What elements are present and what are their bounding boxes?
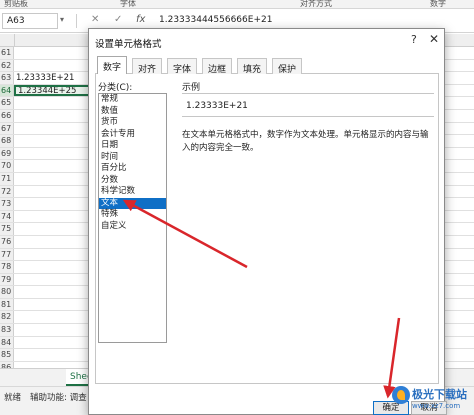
cell[interactable]	[14, 135, 96, 147]
category-item[interactable]: 货币	[99, 117, 166, 129]
cell[interactable]	[14, 336, 96, 349]
cell[interactable]	[14, 324, 96, 336]
category-list[interactable]: 常规 数值 货币 会计专用 日期 时间 百分比 分数 科学记数 文本 特殊 自定义	[98, 93, 167, 343]
row-header[interactable]: 75	[0, 223, 14, 235]
column-header-selected[interactable]	[14, 34, 96, 47]
cell[interactable]	[14, 261, 96, 273]
row-header[interactable]: 64	[0, 84, 14, 97]
category-item[interactable]: 科学记数	[99, 186, 166, 198]
cell[interactable]	[14, 235, 96, 248]
row-header[interactable]: 73	[0, 198, 14, 210]
cell[interactable]: 1.23333E+21	[14, 72, 96, 84]
site-watermark: 极光下载站 www.xz7.com	[392, 385, 474, 415]
row-header[interactable]: 72	[0, 185, 14, 198]
confirm-entry-icon[interactable]: ✓	[114, 14, 122, 25]
tab-fill[interactable]: 填充	[237, 58, 268, 75]
row-header[interactable]: 71	[0, 172, 14, 185]
cell[interactable]	[14, 286, 96, 298]
ribbon-label-clipboard: 剪贴板	[4, 0, 28, 8]
tab-protection[interactable]: 保护	[272, 58, 303, 75]
row-header[interactable]: 82	[0, 311, 14, 324]
cell[interactable]	[14, 185, 96, 198]
row-header[interactable]: 61	[0, 47, 14, 59]
cell[interactable]	[14, 349, 96, 361]
tab-font[interactable]: 字体	[167, 58, 198, 75]
row-header[interactable]: 84	[0, 336, 14, 349]
category-item[interactable]: 日期	[99, 140, 166, 152]
cell[interactable]	[14, 248, 96, 261]
row-header[interactable]: 80	[0, 286, 14, 298]
watermark-name: 极光下载站	[412, 388, 467, 401]
row-header[interactable]: 65	[0, 97, 14, 109]
row-header[interactable]: 67	[0, 122, 14, 135]
cell[interactable]	[14, 109, 96, 122]
category-item[interactable]: 数值	[99, 106, 166, 118]
row-header[interactable]: 63	[0, 72, 14, 84]
cell[interactable]	[14, 172, 96, 185]
sample-value: 1.23333E+21	[182, 93, 434, 117]
cell[interactable]	[14, 273, 96, 286]
number-tab-panel: 分类(C): 常规 数值 货币 会计专用 日期 时间 百分比 分数 科学记数 文本 特殊 自定义 示例…	[95, 74, 439, 384]
category-item[interactable]: 分数	[99, 175, 166, 187]
category-item[interactable]: 文本	[99, 197, 166, 209]
name-box-dropdown-icon[interactable]: ▾	[60, 15, 64, 24]
tab-number[interactable]: 数字	[97, 56, 128, 75]
row-header[interactable]: 62	[0, 59, 14, 72]
insert-function-icon[interactable]: fx	[136, 14, 145, 25]
status-ready: 就绪	[4, 393, 22, 403]
dialog-tabs: 数字 对齐 字体 边框 填充 保护	[95, 56, 439, 75]
site-logo-icon	[392, 386, 410, 404]
cell[interactable]	[14, 198, 96, 210]
category-label: 分类(C):	[98, 83, 133, 93]
row-header[interactable]: 68	[0, 135, 14, 147]
category-item[interactable]: 自定义	[99, 221, 166, 233]
tab-alignment[interactable]: 对齐	[132, 58, 163, 75]
ribbon-label-number: 数字	[430, 0, 446, 8]
row-header[interactable]: 74	[0, 210, 14, 223]
row-header[interactable]: 83	[0, 324, 14, 336]
row-header[interactable]: 81	[0, 298, 14, 311]
cell[interactable]	[14, 122, 96, 135]
cell[interactable]	[14, 59, 96, 72]
cell[interactable]	[14, 311, 96, 324]
row-header[interactable]: 66	[0, 109, 14, 122]
category-item[interactable]: 特殊	[99, 209, 166, 221]
name-box[interactable]: A63	[2, 13, 58, 29]
category-item[interactable]: 百分比	[99, 163, 166, 175]
tab-border[interactable]: 边框	[202, 58, 233, 75]
cell[interactable]	[14, 298, 96, 311]
ribbon-label-alignment: 对齐方式	[300, 0, 332, 8]
cell[interactable]	[14, 160, 96, 172]
help-icon[interactable]: ?	[411, 33, 417, 46]
dialog-title: 设置单元格格式	[95, 39, 162, 50]
cell[interactable]	[14, 223, 96, 235]
cell[interactable]	[14, 147, 96, 160]
ribbon-label-font: 字体	[120, 0, 136, 8]
row-header[interactable]: 79	[0, 273, 14, 286]
cancel-entry-icon[interactable]: ✕	[91, 14, 99, 25]
cell[interactable]	[14, 97, 96, 109]
cell[interactable]	[14, 210, 96, 223]
format-cells-dialog: 设置单元格格式 ? ✕ 数字 对齐 字体 边框 填充 保护 分类(C): 常规数…	[88, 28, 447, 415]
close-icon[interactable]: ✕	[429, 32, 439, 46]
formula-bar-separator	[76, 14, 77, 28]
formula-input[interactable]: 1.23333444556666E+21	[156, 13, 472, 29]
row-header[interactable]: 77	[0, 248, 14, 261]
row-header[interactable]: 76	[0, 235, 14, 248]
accessibility-status[interactable]: 辅助功能: 调查	[30, 391, 87, 403]
sample-label: 示例	[182, 83, 201, 93]
cell[interactable]: 1.23344E+25	[14, 84, 96, 97]
category-item[interactable]: 时间	[99, 152, 166, 164]
cell[interactable]	[14, 47, 96, 59]
row-header[interactable]: 69	[0, 147, 14, 160]
category-item[interactable]: 会计专用	[99, 129, 166, 141]
format-description: 在文本单元格格式中，数字作为文本处理。单元格显示的内容与输入的内容完全一致。	[182, 130, 429, 153]
row-header[interactable]: 85	[0, 349, 14, 361]
row-header[interactable]: 70	[0, 160, 14, 172]
row-header[interactable]: 78	[0, 261, 14, 273]
ribbon-group-labels: 剪贴板 字体 对齐方式 数字	[0, 0, 474, 9]
watermark-url: www.xz7.com	[412, 402, 461, 410]
category-item[interactable]: 常规	[99, 94, 166, 106]
